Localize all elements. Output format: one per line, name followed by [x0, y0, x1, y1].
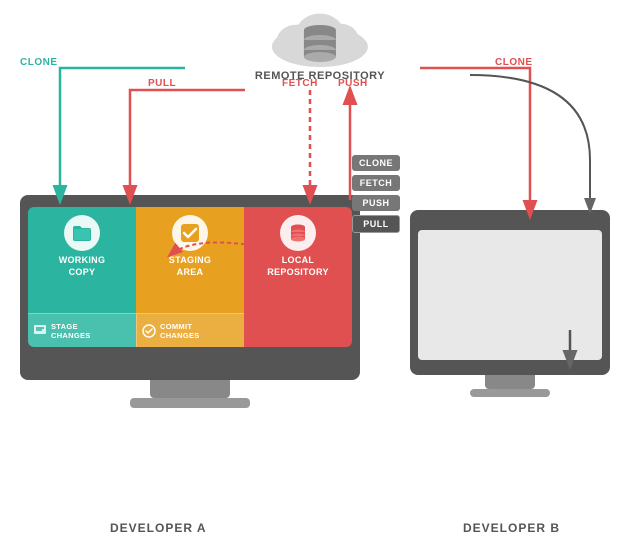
stage-label: STAGE CHANGES [51, 322, 91, 340]
fetch-label: FETCH [282, 78, 318, 89]
local-repo-section: LOCALREPOSITORY [244, 207, 352, 347]
monitor-stand-b [485, 375, 535, 389]
dev-b-screen [410, 210, 610, 375]
dev-b-operations: CLONE FETCH PUSH PULL [352, 155, 400, 233]
staging-area-label: STAGINGAREA [169, 255, 211, 278]
staging-area-section: STAGINGAREA COMMIT CHANGES [136, 207, 244, 347]
dev-a-label: DEVELOPER A [110, 521, 207, 535]
dev-a-monitor: WORKINGCOPY STAGE CHANGES [20, 195, 360, 420]
dev-b-monitor [410, 210, 610, 420]
monitor-base-a [130, 398, 250, 408]
pull-label: PULL [148, 78, 176, 89]
dev-b-clone-label: CLONE [352, 155, 400, 171]
push-label: PUSH [338, 78, 368, 89]
folder-icon [64, 215, 100, 251]
dev-a-screen: WORKINGCOPY STAGE CHANGES [20, 195, 360, 380]
cloud-icon [260, 8, 380, 68]
check-box-icon [172, 215, 208, 251]
working-copy-label: WORKINGCOPY [59, 255, 106, 278]
monitor-stand-a [150, 380, 230, 398]
remote-repository: REMOTE REPOSITORY [255, 8, 385, 82]
sections-container: WORKINGCOPY STAGE CHANGES [28, 207, 352, 347]
clone-right-label: CLONE [495, 57, 533, 68]
working-copy-section: WORKINGCOPY STAGE CHANGES [28, 207, 136, 347]
dev-b-fetch-label: FETCH [352, 175, 400, 191]
dev-b-push-label: PUSH [352, 195, 400, 211]
local-db-icon [280, 215, 316, 251]
diagram: REMOTE REPOSITORY [0, 0, 640, 539]
monitor-base-b [470, 389, 550, 397]
commit-action: COMMIT CHANGES [136, 313, 244, 347]
database-icon [298, 20, 342, 69]
dev-b-label: DEVELOPER B [463, 521, 560, 535]
dev-b-pull-label: PULL [352, 215, 400, 233]
dev-b-screen-inner [418, 230, 602, 360]
local-repo-label: LOCALREPOSITORY [267, 255, 329, 278]
stage-action: STAGE CHANGES [28, 313, 136, 347]
commit-label: COMMIT CHANGES [160, 322, 200, 340]
clone-left-label: CLONE [20, 57, 58, 68]
